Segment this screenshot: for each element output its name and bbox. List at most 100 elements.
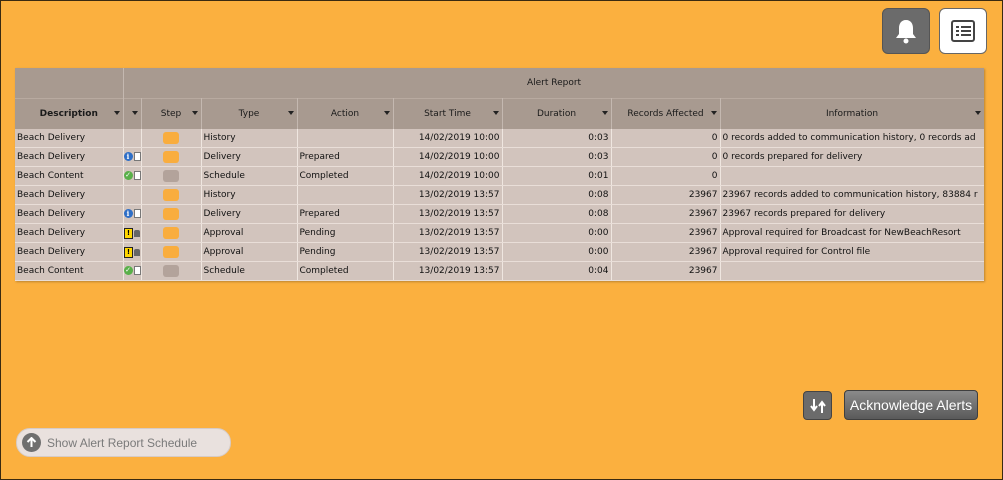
cell-records-affected: 23967 — [611, 204, 721, 224]
cell-step — [141, 223, 202, 243]
cell-information: 23967 records prepared for delivery — [720, 204, 984, 224]
cell-duration: 0:03 — [502, 129, 612, 148]
column-header-action[interactable]: Action — [297, 98, 394, 129]
column-header-description[interactable]: Description — [15, 98, 124, 129]
cell-start-time: 13/02/2019 13:57 — [393, 223, 503, 243]
grid-title: Alert Report — [526, 78, 582, 88]
cell-description: Beach Delivery — [15, 185, 124, 205]
step-indicator-icon — [163, 151, 179, 163]
cell-action — [297, 129, 394, 148]
cell-step — [141, 204, 202, 224]
cell-status-icon: i — [123, 204, 142, 224]
step-indicator-icon — [163, 132, 179, 144]
sort-dropdown-icon[interactable] — [113, 111, 120, 115]
info-icon: i — [123, 209, 140, 218]
column-header-information[interactable]: Information — [720, 98, 984, 129]
cell-type: Approval — [201, 223, 298, 243]
cell-duration: 0:08 — [502, 185, 612, 205]
cell-start-time: 13/02/2019 13:57 — [393, 261, 503, 281]
info-icon: i — [123, 152, 140, 161]
sort-dropdown-icon[interactable] — [191, 111, 198, 115]
step-indicator-icon — [163, 246, 179, 258]
cell-description: Beach Delivery — [15, 242, 124, 262]
cell-information: Approval required for Control file — [720, 242, 984, 262]
show-alert-report-schedule-button[interactable]: Show Alert Report Schedule — [16, 428, 231, 457]
sort-dropdown-icon[interactable] — [974, 111, 981, 115]
acknowledge-alerts-button[interactable]: Acknowledge Alerts — [844, 390, 978, 420]
column-header-records-affected[interactable]: Records Affected — [611, 98, 721, 129]
column-header-type[interactable]: Type — [201, 98, 298, 129]
report-list-icon — [951, 20, 975, 42]
cell-status-icon: ✓ — [123, 261, 142, 281]
table-row[interactable]: Beach Delivery! Approval Pending 13/02/2019… — [15, 242, 984, 262]
cell-information: Approval required for Broadcast for NewB… — [720, 223, 984, 243]
cell-action: Completed — [297, 261, 394, 281]
refresh-button[interactable] — [803, 391, 832, 420]
cell-duration: 0:01 — [502, 166, 612, 186]
bell-icon — [896, 20, 916, 44]
cell-start-time: 13/02/2019 13:57 — [393, 185, 503, 205]
cell-action: Pending — [297, 223, 394, 243]
table-row[interactable]: Beach Delivery History 13/02/2019 13:57 0:0… — [15, 185, 984, 205]
column-header-duration[interactable]: Duration — [502, 98, 612, 129]
cell-information — [720, 166, 984, 186]
warning-approval-icon: ! — [124, 227, 140, 239]
cell-information: 23967 records added to communication his… — [720, 185, 984, 205]
warning-approval-icon: ! — [124, 246, 140, 258]
cell-records-affected: 0 — [611, 129, 721, 148]
alerts-bell-button[interactable] — [882, 8, 930, 54]
check-icon: ✓ — [123, 266, 140, 275]
sort-dropdown-icon[interactable] — [710, 111, 717, 115]
grid-body: Beach Delivery History 14/02/2019 10:00 0:0… — [15, 129, 984, 281]
table-row[interactable]: Beach Delivery History 14/02/2019 10:00 0:0… — [15, 129, 984, 148]
grid-title-band: Alert Report — [15, 68, 984, 98]
sort-dropdown-icon[interactable] — [383, 111, 390, 115]
cell-records-affected: 0 — [611, 147, 721, 167]
cell-status-icon — [123, 129, 142, 148]
cell-duration: 0:00 — [502, 223, 612, 243]
table-row[interactable]: Beach Delivery i Delivery Prepared 13/02/201… — [15, 204, 984, 224]
cell-start-time: 14/02/2019 10:00 — [393, 166, 503, 186]
cell-status-icon: ! — [123, 242, 142, 262]
cell-records-affected: 23967 — [611, 261, 721, 281]
cell-description: Beach Content — [15, 261, 124, 281]
table-row[interactable]: Beach Delivery! Approval Pending 13/02/2019… — [15, 223, 984, 243]
cell-type: History — [201, 129, 298, 148]
column-header-step[interactable]: Step — [141, 98, 202, 129]
cell-description: Beach Content — [15, 166, 124, 186]
table-row[interactable]: Beach Content ✓ Schedule Completed 14/02/201… — [15, 166, 984, 186]
sort-dropdown-icon[interactable] — [131, 111, 138, 115]
sort-dropdown-icon[interactable] — [287, 111, 294, 115]
cell-start-time: 13/02/2019 13:57 — [393, 242, 503, 262]
cell-duration: 0:04 — [502, 261, 612, 281]
table-row[interactable]: Beach Delivery i Delivery Prepared 14/02/201… — [15, 147, 984, 167]
sort-dropdown-icon[interactable] — [601, 111, 608, 115]
cell-action: Completed — [297, 166, 394, 186]
cell-status-icon: ✓ — [123, 166, 142, 186]
step-indicator-icon — [163, 189, 179, 201]
cell-information: 0 records prepared for delivery — [720, 147, 984, 167]
cell-start-time: 14/02/2019 10:00 — [393, 147, 503, 167]
cell-duration: 0:08 — [502, 204, 612, 224]
step-indicator-icon — [163, 265, 179, 277]
cell-records-affected: 0 — [611, 166, 721, 186]
cell-information — [720, 261, 984, 281]
cell-action: Prepared — [297, 204, 394, 224]
title-band-spacer — [15, 68, 124, 98]
cell-records-affected: 23967 — [611, 223, 721, 243]
column-header-start-time[interactable]: Start Time — [393, 98, 503, 129]
header-row: Description Step Type Action Start Time … — [15, 98, 984, 129]
column-header-flag[interactable] — [123, 98, 142, 129]
cell-type: History — [201, 185, 298, 205]
step-indicator-icon — [163, 170, 179, 182]
cell-duration: 0:00 — [502, 242, 612, 262]
table-row[interactable]: Beach Content ✓ Schedule Completed 13/02/201… — [15, 261, 984, 281]
cell-action: Prepared — [297, 147, 394, 167]
alert-report-button[interactable] — [939, 8, 987, 54]
step-indicator-icon — [163, 227, 179, 239]
cell-description: Beach Delivery — [15, 147, 124, 167]
schedule-button-label: Show Alert Report Schedule — [47, 435, 198, 450]
sort-dropdown-icon[interactable] — [492, 111, 499, 115]
cell-duration: 0:03 — [502, 147, 612, 167]
cell-status-icon: ! — [123, 223, 142, 243]
